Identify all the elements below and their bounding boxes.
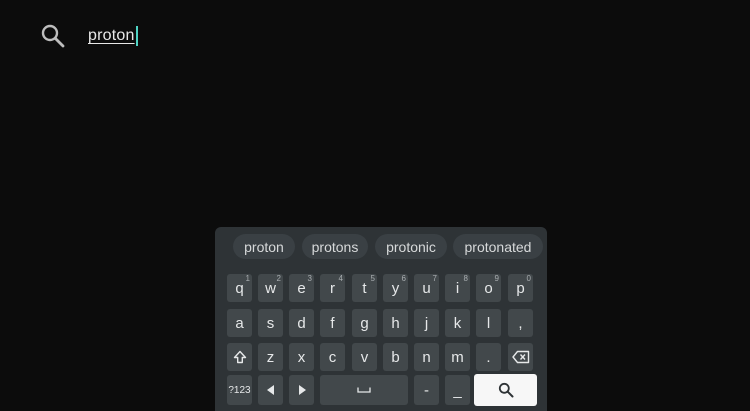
- suggestion-bar: proton protons protonic protonated: [215, 227, 547, 264]
- key-label: w: [265, 279, 276, 297]
- key-hint: 9: [494, 274, 499, 283]
- key-c[interactable]: c: [320, 343, 345, 371]
- key-o[interactable]: o9: [476, 274, 501, 302]
- key-dash[interactable]: -: [414, 375, 439, 405]
- key-k[interactable]: k: [445, 309, 470, 337]
- key-label: u: [422, 279, 431, 297]
- search-icon[interactable]: [40, 23, 66, 49]
- key-hint: 3: [307, 274, 312, 283]
- space-bar-icon: [357, 387, 371, 393]
- cursor-right-icon: [298, 385, 306, 395]
- key-l[interactable]: l: [476, 309, 501, 337]
- key-f[interactable]: f: [320, 309, 345, 337]
- key-m[interactable]: m: [445, 343, 470, 371]
- key-v[interactable]: v: [352, 343, 377, 371]
- key-hint: 1: [245, 274, 250, 283]
- suggestion-chip[interactable]: protonated: [453, 234, 543, 259]
- key-p[interactable]: p0: [508, 274, 533, 302]
- key-h[interactable]: h: [383, 309, 408, 337]
- key-label: o: [484, 279, 493, 297]
- key-space[interactable]: [320, 375, 408, 405]
- key-label: q: [235, 279, 244, 297]
- key-shift[interactable]: [227, 343, 252, 371]
- text-caret: [135, 26, 138, 46]
- key-i[interactable]: i8: [445, 274, 470, 302]
- key-hint: 7: [432, 274, 437, 283]
- search-query-text: proton: [88, 27, 135, 44]
- key-hint: 4: [338, 274, 343, 283]
- suggestion-chip[interactable]: protonic: [375, 234, 447, 259]
- key-hint: 6: [401, 274, 406, 283]
- key-label: y: [391, 279, 400, 297]
- cursor-left-icon: [266, 385, 275, 395]
- key-hint: 5: [370, 274, 375, 283]
- screen: proton proton protons protonic protonate…: [0, 0, 750, 411]
- suggestion-chip[interactable]: proton: [233, 234, 295, 259]
- key-u[interactable]: u7: [414, 274, 439, 302]
- key-n[interactable]: n: [414, 343, 439, 371]
- search-icon: [498, 382, 514, 398]
- key-y[interactable]: y6: [383, 274, 408, 302]
- key-hint: 0: [526, 274, 531, 283]
- key-j[interactable]: j: [414, 309, 439, 337]
- key-cursor-left[interactable]: [258, 375, 283, 405]
- key-b[interactable]: b: [383, 343, 408, 371]
- key-period[interactable]: .: [476, 343, 501, 371]
- key-backspace[interactable]: [508, 343, 533, 371]
- key-d[interactable]: d: [289, 309, 314, 337]
- key-symbols[interactable]: ?123: [227, 375, 252, 405]
- key-comma[interactable]: ,: [508, 309, 533, 337]
- key-q[interactable]: q1: [227, 274, 252, 302]
- key-x[interactable]: x: [289, 343, 314, 371]
- search-bar[interactable]: proton: [40, 20, 138, 52]
- key-hint: 2: [276, 274, 281, 283]
- key-label: i: [455, 279, 460, 297]
- key-w[interactable]: w2: [258, 274, 283, 302]
- key-z[interactable]: z: [258, 343, 283, 371]
- key-label: r: [330, 279, 335, 297]
- key-a[interactable]: a: [227, 309, 252, 337]
- suggestion-chip[interactable]: protons: [302, 234, 368, 259]
- key-e[interactable]: e3: [289, 274, 314, 302]
- key-t[interactable]: t5: [352, 274, 377, 302]
- key-cursor-right[interactable]: [289, 375, 314, 405]
- key-s[interactable]: s: [258, 309, 283, 337]
- onscreen-keyboard: proton protons protonic protonated q1 w2…: [215, 227, 547, 411]
- backspace-icon: [511, 350, 530, 364]
- key-hint: 8: [463, 274, 468, 283]
- key-label: e: [297, 279, 306, 297]
- key-label: t: [362, 279, 367, 297]
- key-search-enter[interactable]: [474, 374, 537, 406]
- key-underscore[interactable]: _: [445, 375, 470, 405]
- key-r[interactable]: r4: [320, 274, 345, 302]
- key-label: p: [516, 279, 525, 297]
- key-g[interactable]: g: [352, 309, 377, 337]
- search-input[interactable]: proton: [88, 26, 138, 46]
- shift-icon: [233, 350, 247, 364]
